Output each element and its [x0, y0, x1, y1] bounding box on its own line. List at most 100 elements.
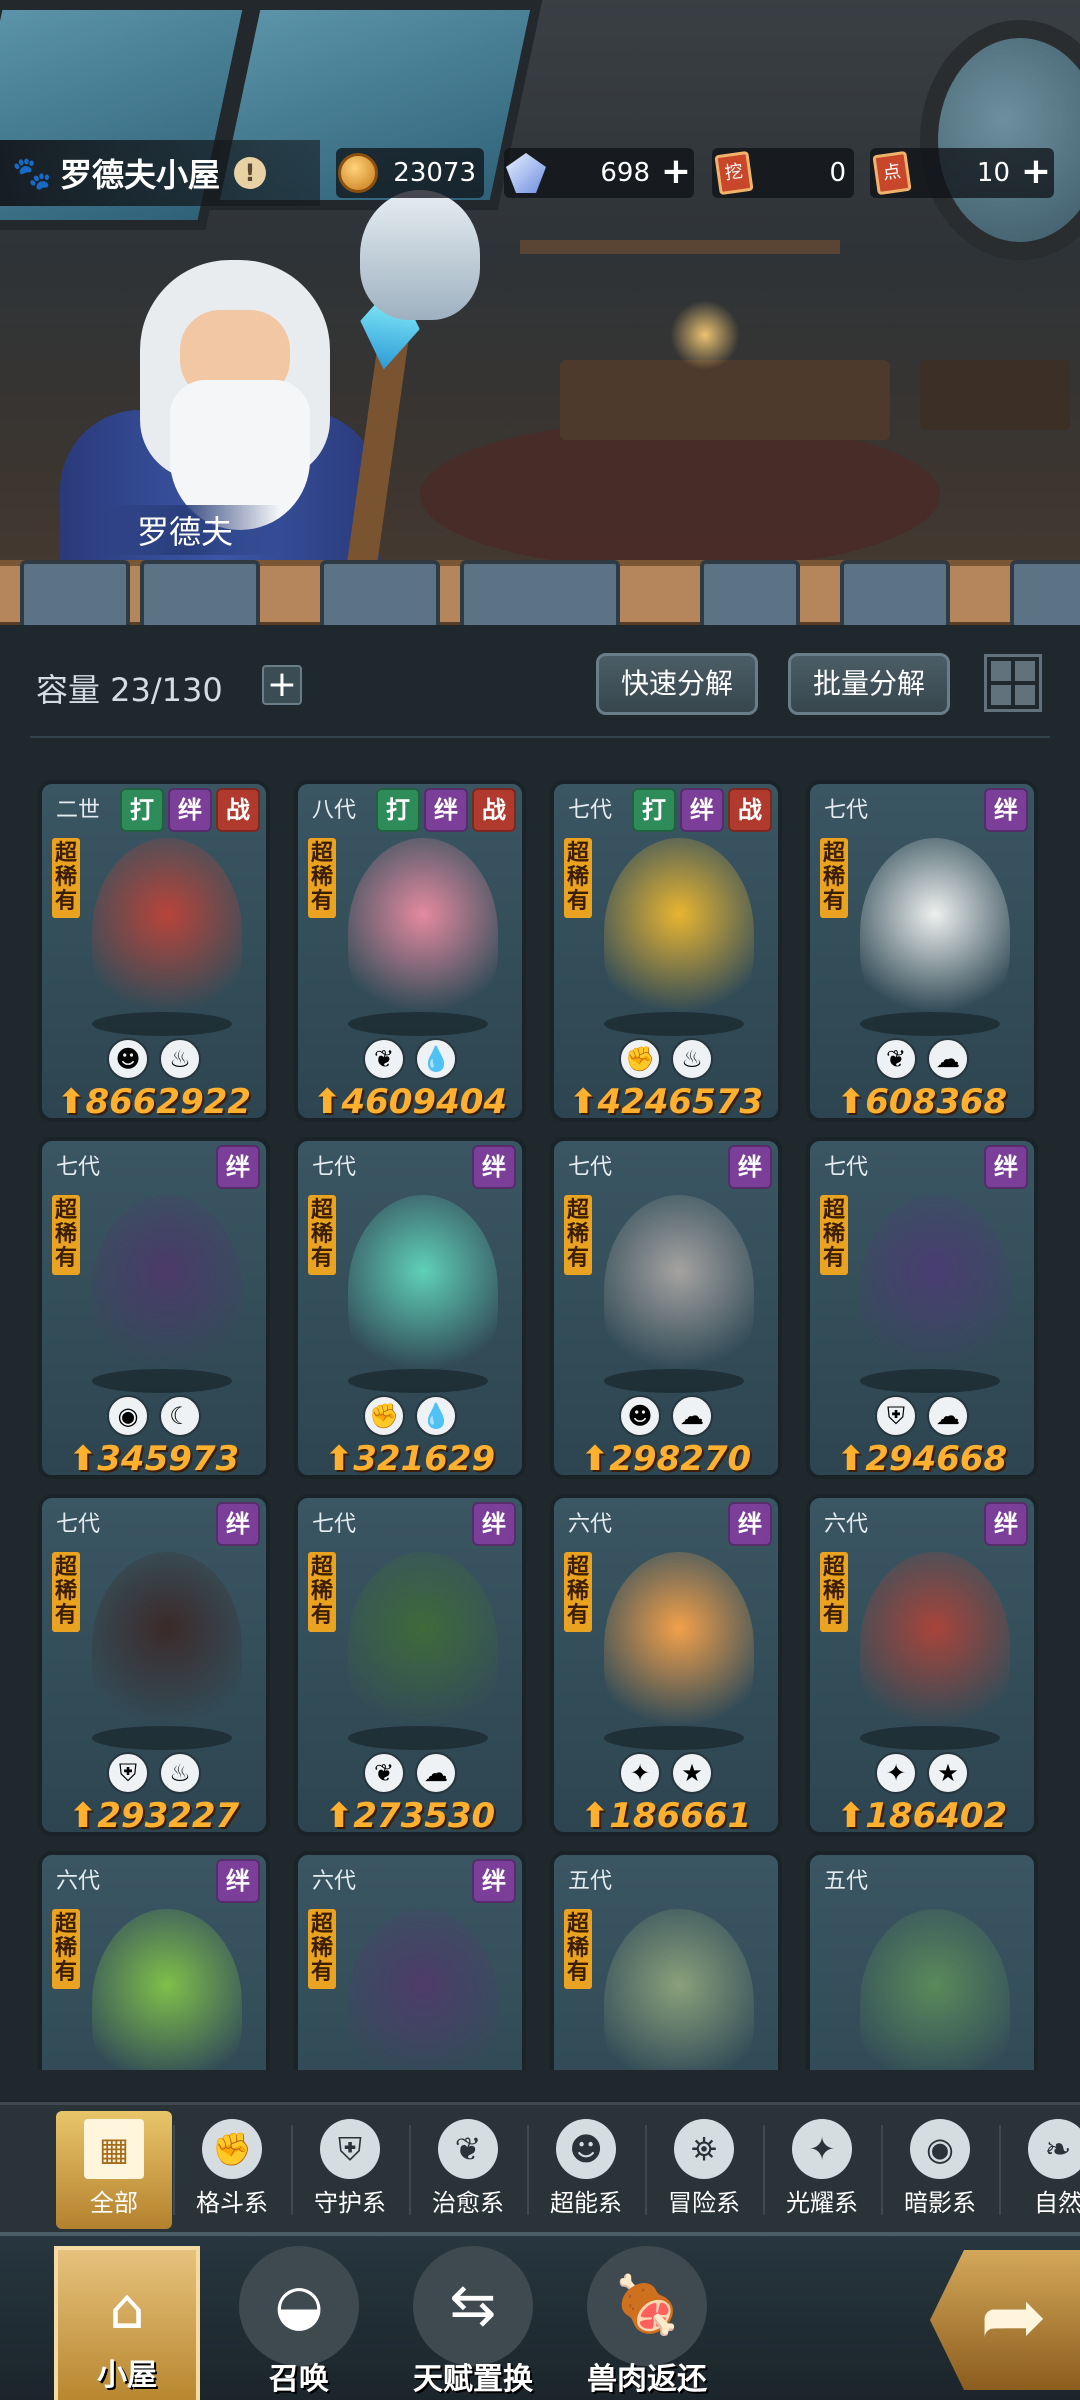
- power-arrow-icon: ⬆: [324, 1796, 354, 1836]
- category-alien[interactable]: ☻ 超能系: [528, 2111, 644, 2229]
- category-shadow-eye[interactable]: ◉ 暗影系: [882, 2111, 998, 2229]
- pet-card[interactable]: 七代绊超稀有 ◉ ☾ ⬆345973: [38, 1137, 270, 1479]
- category-all-blocks[interactable]: ▦ 全部: [56, 2111, 172, 2229]
- pet-tag-badge: 战: [472, 788, 516, 832]
- pet-generation: 五代: [568, 1869, 613, 1894]
- pet-attributes: ❦ ☁: [810, 1038, 1034, 1080]
- pet-portrait: [92, 1552, 242, 1742]
- location-name: 罗德夫小屋: [60, 156, 221, 194]
- water-icon: 💧: [415, 1395, 457, 1437]
- grid-view-icon[interactable]: [984, 654, 1042, 712]
- pet-portrait: [604, 838, 754, 1028]
- location-title: 🐾 罗德夫小屋 !: [0, 140, 320, 206]
- capacity-label: 容量 23/130: [36, 671, 223, 709]
- pet-tags: 打绊战: [376, 788, 516, 832]
- nav-meat[interactable]: 🍖 兽肉返还: [574, 2246, 720, 2400]
- pet-card[interactable]: 七代打绊战超稀有 ✊ ♨ ⬆4246573: [550, 780, 782, 1122]
- pet-tags: 绊: [472, 1859, 516, 1903]
- pet-card[interactable]: 五代超稀有: [550, 1851, 782, 2070]
- pet-card[interactable]: 七代绊超稀有 ⛨ ☁ ⬆294668: [806, 1137, 1038, 1479]
- batch-decompose-button[interactable]: 批量分解: [788, 653, 951, 715]
- rarity-badge: 超稀有: [564, 1195, 592, 1275]
- pet-card[interactable]: 六代绊超稀有 ✦ ★ ⬆186661: [550, 1494, 782, 1836]
- quick-decompose-button[interactable]: 快速分解: [596, 653, 759, 715]
- pet-power-value: 608368: [865, 1082, 1008, 1122]
- point-ticket-icon: 点: [872, 150, 912, 196]
- category-separator: [763, 2125, 765, 2215]
- pet-generation: 八代: [312, 798, 357, 823]
- rarity-badge: 超稀有: [52, 1909, 80, 1989]
- pet-card[interactable]: 七代绊超稀有 ❦ ☁ ⬆273530: [294, 1494, 526, 1836]
- pet-card[interactable]: 七代绊超稀有 ☻ ☁ ⬆298270: [550, 1137, 782, 1479]
- pet-power: ⬆293227: [42, 1796, 266, 1832]
- add-point-ticket-button[interactable]: +: [1018, 154, 1054, 191]
- adventure-icon: ☁: [927, 1395, 969, 1437]
- pet-card[interactable]: 六代 绊超稀有: [294, 1851, 526, 2070]
- rarity-badge: 超稀有: [564, 1909, 592, 1989]
- star-icon: ★: [927, 1752, 969, 1794]
- nav-house[interactable]: ⌂ 小屋: [54, 2246, 200, 2400]
- pet-tag-badge: 绊: [984, 1145, 1028, 1189]
- pet-card[interactable]: 六代 绊超稀有: [38, 1851, 270, 2070]
- nav-swap[interactable]: ⇆ 天赋置换: [400, 2246, 546, 2400]
- nav-egg[interactable]: ◒ 召唤: [226, 2246, 372, 2400]
- pet-portrait: [860, 1909, 1010, 2070]
- pet-attributes: ✦ ★: [554, 1752, 778, 1794]
- category-lantern[interactable]: ⛯ 冒险系: [646, 2111, 762, 2229]
- pet-generation: 六代: [568, 1512, 613, 1537]
- pet-generation: 六代: [312, 1869, 357, 1894]
- category-label: 守护系: [314, 2189, 386, 2217]
- shadow-eye-icon: ◉: [910, 2119, 970, 2179]
- rug: [420, 420, 940, 570]
- shield-icon: ⛨: [320, 2119, 380, 2179]
- pet-power-value: 345973: [97, 1439, 240, 1479]
- category-label: 冒险系: [668, 2189, 740, 2217]
- pet-card[interactable]: 二世打绊战超稀有 ☻ ♨ ⬆8662922: [38, 780, 270, 1122]
- category-sprout[interactable]: ❦ 治愈系: [410, 2111, 526, 2229]
- pet-power: ⬆4246573: [554, 1082, 778, 1118]
- category-fist[interactable]: ✊ 格斗系: [174, 2111, 290, 2229]
- owl: [360, 190, 480, 320]
- lantern-icon: ⛯: [674, 2119, 734, 2179]
- category-separator: [881, 2125, 883, 2215]
- pet-tag-badge: 绊: [168, 788, 212, 832]
- fist-icon: ✊: [202, 2119, 262, 2179]
- pet-tag-badge: 打: [632, 788, 676, 832]
- pet-tag-badge: 绊: [216, 1859, 260, 1903]
- pet-card[interactable]: 七代绊超稀有 ✊ 💧 ⬆321629: [294, 1137, 526, 1479]
- pet-portrait: [92, 1195, 242, 1385]
- plank-divider: [0, 560, 1080, 625]
- pet-card[interactable]: 七代绊超稀有 ❦ ☁ ⬆608368: [806, 780, 1038, 1122]
- adventure-icon: ☁: [927, 1038, 969, 1080]
- power-arrow-icon: ⬆: [580, 1796, 610, 1836]
- adventure-icon: ☁: [671, 1395, 713, 1437]
- diamond-counter: 698 +: [504, 148, 694, 198]
- candle-glow: [670, 300, 740, 370]
- pet-tag-badge: 打: [120, 788, 164, 832]
- rarity-badge: 超稀有: [564, 1552, 592, 1632]
- all-blocks-icon: ▦: [84, 2119, 144, 2179]
- category-shield[interactable]: ⛨ 守护系: [292, 2111, 408, 2229]
- water-icon: 💧: [415, 1038, 457, 1080]
- category-light-star[interactable]: ✦ 光耀系: [764, 2111, 880, 2229]
- category-separator: [173, 2125, 175, 2215]
- pet-portrait: [348, 1552, 498, 1742]
- pet-card[interactable]: 五代: [806, 1851, 1038, 2070]
- rarity-badge: 超稀有: [308, 1552, 336, 1632]
- npc-name-label: 罗德夫: [90, 505, 280, 555]
- pet-card[interactable]: 八代打绊战超稀有 ❦ 💧 ⬆4609404: [294, 780, 526, 1122]
- category-separator: [645, 2125, 647, 2215]
- pet-card[interactable]: 六代绊超稀有 ✦ ★ ⬆186402: [806, 1494, 1038, 1836]
- pet-card[interactable]: 七代绊超稀有 ⛨ ♨ ⬆293227: [38, 1494, 270, 1836]
- info-icon[interactable]: !: [234, 157, 267, 189]
- leaf-icon: ❧: [1028, 2119, 1080, 2179]
- expand-capacity-button[interactable]: +: [262, 665, 302, 705]
- pet-generation: 五代: [824, 1869, 869, 1894]
- category-leaf[interactable]: ❧ 自然: [1000, 2111, 1080, 2229]
- pet-power: ⬆321629: [298, 1439, 522, 1479]
- fire-icon: ♨: [159, 1752, 201, 1794]
- pet-power: ⬆608368: [810, 1082, 1034, 1122]
- add-diamond-button[interactable]: +: [658, 154, 694, 191]
- pet-attributes: ◉ ☾: [42, 1395, 266, 1437]
- pet-power-value: 321629: [353, 1439, 496, 1479]
